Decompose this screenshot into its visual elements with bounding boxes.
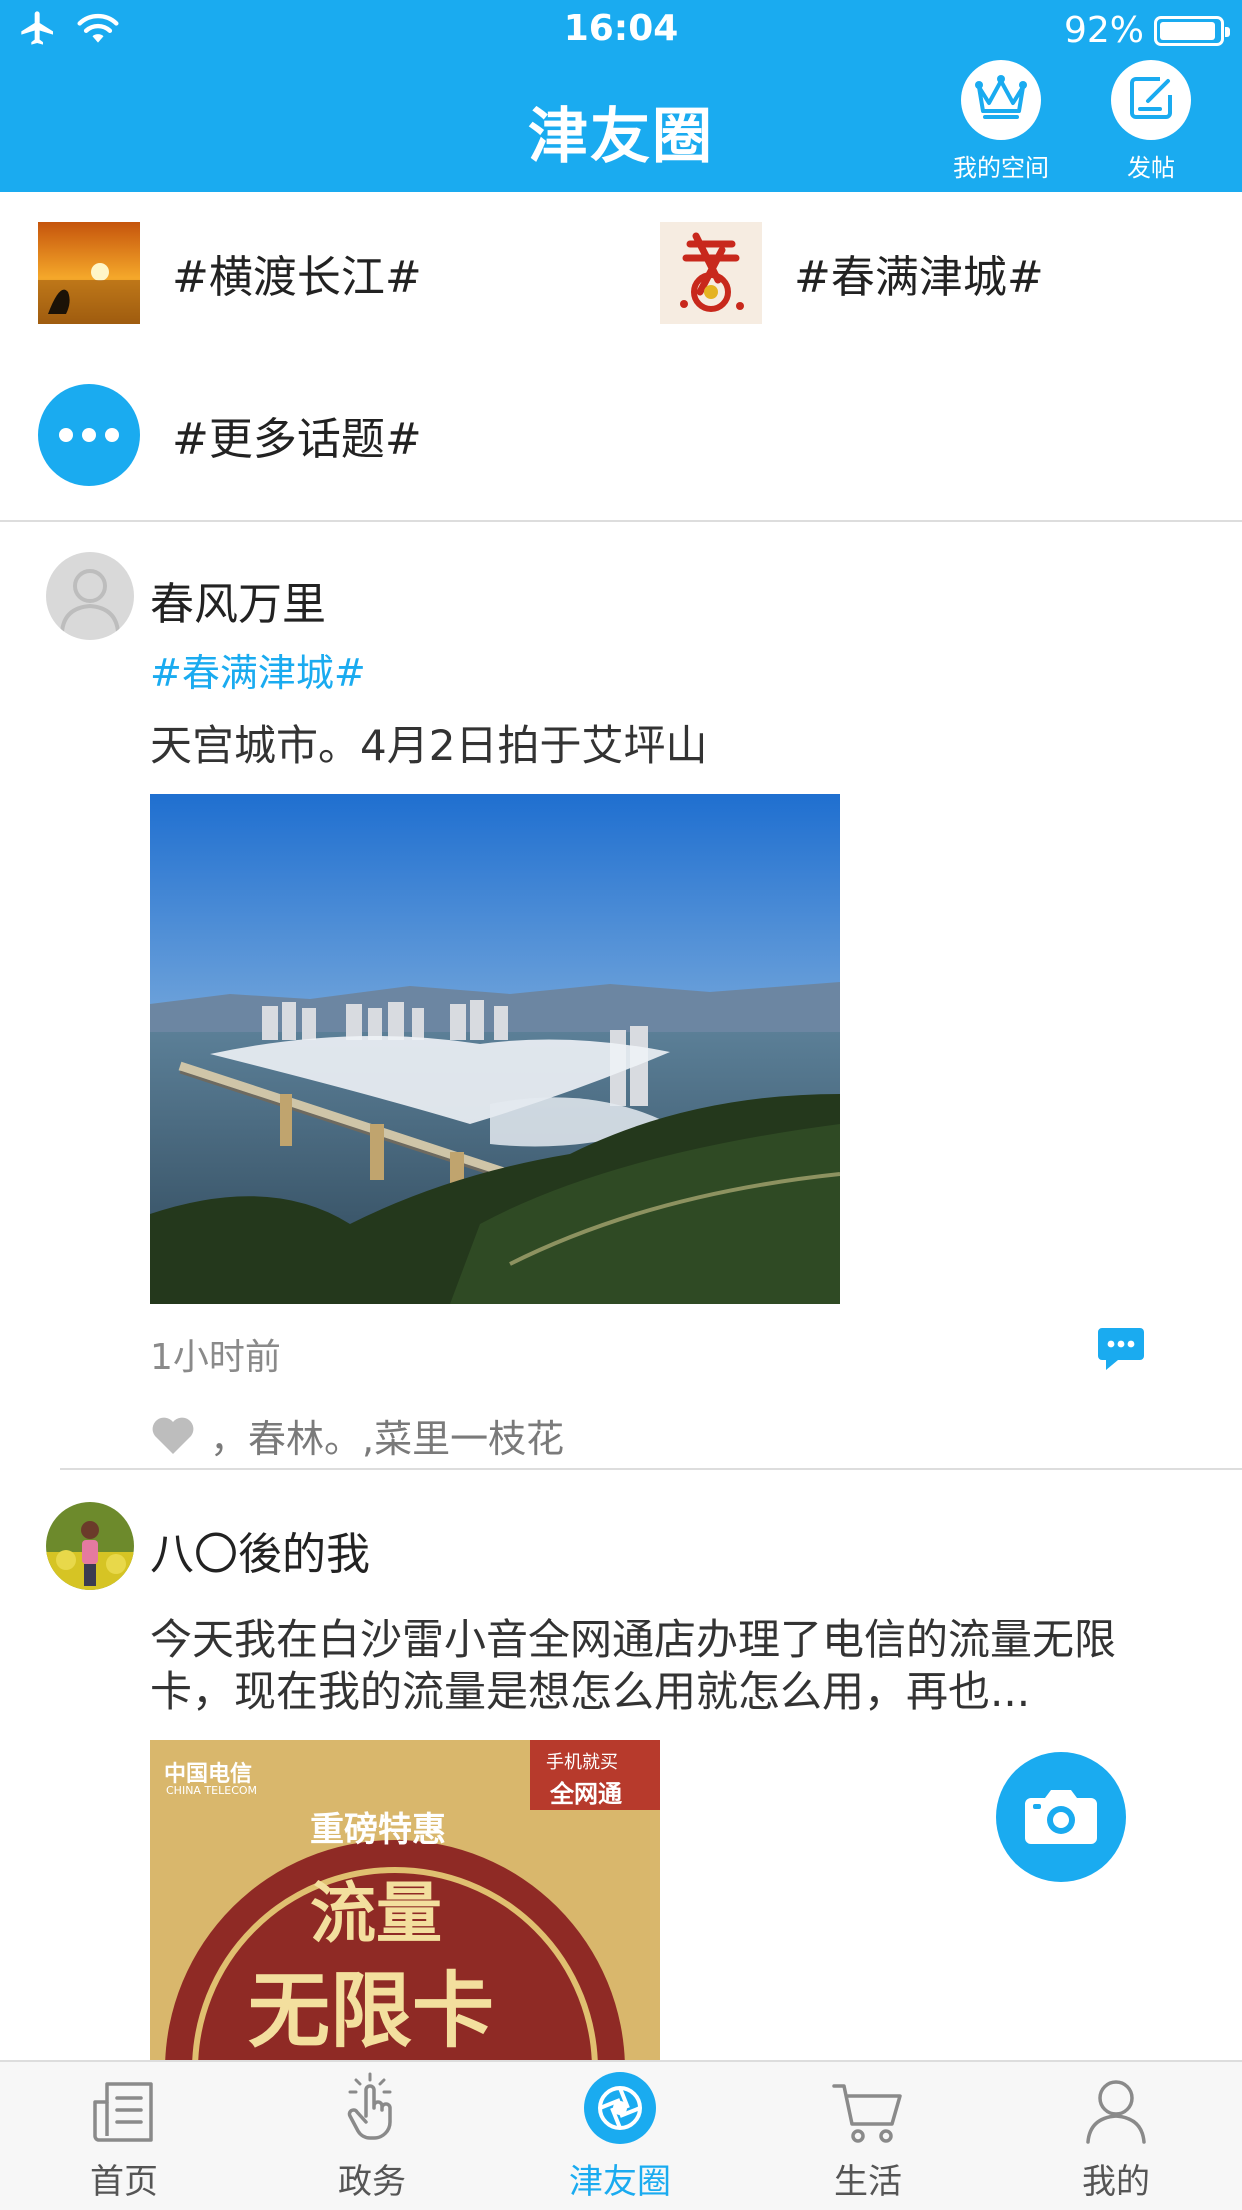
cart-icon <box>832 2080 904 2148</box>
topic-name: #更多话题# <box>172 414 422 465</box>
new-post-label: 发帖 <box>1127 154 1175 182</box>
tab-circle[interactable]: 津友圈 <box>496 2062 744 2210</box>
heart-icon[interactable] <box>150 1416 196 1456</box>
battery-icon <box>1154 15 1230 46</box>
status-bar: 16:04 92% <box>0 0 1242 60</box>
tab-life[interactable]: 生活 <box>744 2062 992 2210</box>
compose-icon <box>1126 73 1176 127</box>
post-content: 今天我在白沙雷小音全网通店办理了电信的流量无限卡，现在我的流量是想怎么用就怎么用… <box>150 1615 1117 1716</box>
tab-label: 生活 <box>834 2162 902 2202</box>
tap-icon <box>342 2072 402 2148</box>
aperture-icon <box>584 2072 656 2148</box>
new-post-button[interactable]: 发帖 <box>1081 60 1221 183</box>
post-topic-tag[interactable]: #春满津城# <box>150 642 366 697</box>
status-time: 16:04 <box>563 8 679 49</box>
topic-thumbnail <box>38 222 140 324</box>
image-corner: 手机就买 <box>546 1752 618 1773</box>
post-time: 1小时前 <box>150 1337 281 1378</box>
my-space-label: 我的空间 <box>953 154 1049 182</box>
post-image[interactable]: 中国电信 CHINA TELECOM 手机就买 全网通 重磅特惠 流量 无限卡 <box>150 1740 660 2060</box>
tab-bar: 首页 政务 津友圈 生活 我的 <box>0 2060 1242 2210</box>
avatar[interactable] <box>46 1502 134 1590</box>
image-big1: 流量 <box>310 1874 442 1952</box>
post-username[interactable]: 八〇後的我 <box>150 1518 370 1582</box>
topics-section: #横渡长江# #春满津城# #更多话题# <box>0 192 1242 522</box>
post-card: 春风万里 #春满津城# 天宫城市。4月2日拍于艾坪山 1小时前 ，春林。,菜里一… <box>0 520 1242 1470</box>
camera-button[interactable] <box>996 1752 1126 1882</box>
post-image[interactable] <box>150 794 840 1304</box>
tab-label: 政务 <box>338 2162 406 2202</box>
topic-item[interactable]: #横渡长江# <box>38 222 422 324</box>
image-corner2: 全网通 <box>550 1780 622 1808</box>
image-big2: 无限卡 <box>248 1963 495 2059</box>
likes-row: ，春林。,菜里一枝花 <box>150 1408 564 1463</box>
crown-icon <box>973 73 1029 127</box>
avatar[interactable] <box>46 552 134 640</box>
topic-name: #春满津城# <box>794 252 1044 303</box>
topic-item[interactable]: #春满津城# <box>660 222 1044 324</box>
battery-percent: 92% <box>1063 10 1144 51</box>
person-icon <box>1084 2078 1148 2148</box>
likes-users: ，春林。,菜里一枝花 <box>210 1417 565 1461</box>
tab-government[interactable]: 政务 <box>248 2062 496 2210</box>
camera-icon <box>1023 1784 1099 1850</box>
news-icon <box>91 2080 157 2148</box>
my-space-button[interactable]: 我的空间 <box>931 60 1071 183</box>
more-topics-item[interactable]: #更多话题# <box>38 384 422 486</box>
tab-label: 首页 <box>90 2162 158 2202</box>
comment-icon[interactable] <box>1096 1326 1146 1376</box>
image-headline: 重磅特惠 <box>310 1810 446 1850</box>
tab-label: 津友圈 <box>569 2162 671 2202</box>
post-username[interactable]: 春风万里 <box>150 568 326 632</box>
image-brand-en: CHINA TELECOM <box>166 1784 258 1797</box>
nav-bar: 津友圈 我的空间 发帖 <box>0 60 1242 192</box>
post-content: 天宫城市。4月2日拍于艾坪山 <box>150 721 708 770</box>
tab-me[interactable]: 我的 <box>992 2062 1240 2210</box>
topic-name: #横渡长江# <box>172 252 422 303</box>
more-icon <box>38 384 140 486</box>
tab-label: 我的 <box>1082 2162 1150 2202</box>
topic-thumbnail <box>660 222 762 324</box>
tab-home[interactable]: 首页 <box>0 2062 248 2210</box>
